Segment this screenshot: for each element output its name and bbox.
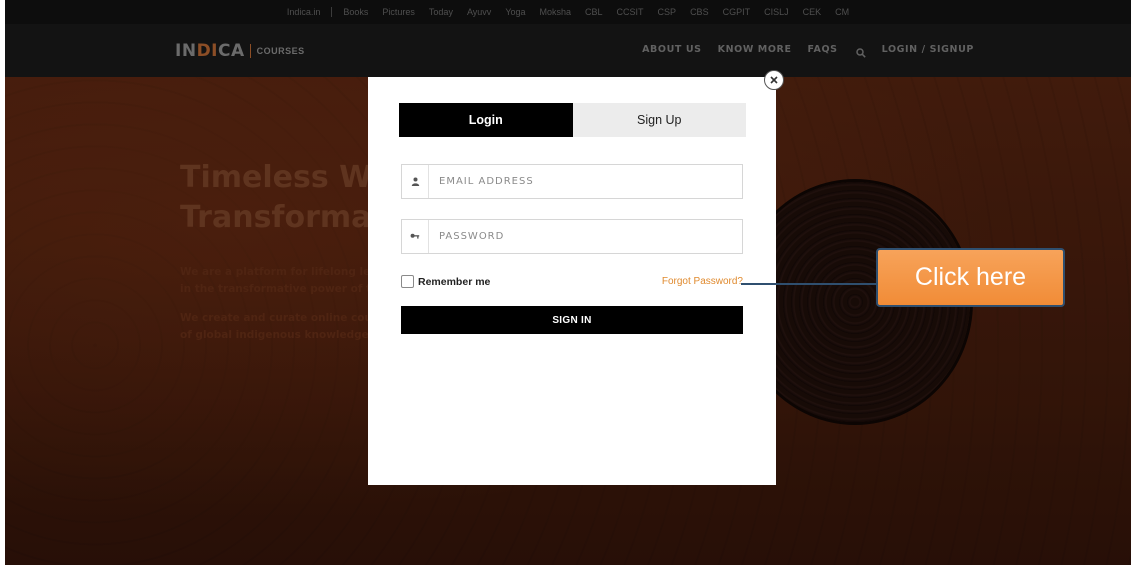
user-icon (402, 165, 429, 198)
sign-in-button[interactable]: SIGN IN (401, 306, 743, 334)
password-field (401, 219, 743, 254)
remember-label[interactable]: Remember me (418, 276, 490, 288)
callout-text: Click here (914, 263, 1027, 291)
password-input[interactable] (429, 220, 742, 253)
remember-checkbox[interactable] (401, 275, 414, 288)
key-icon (402, 220, 429, 253)
callout-pointer (741, 283, 881, 285)
forgot-password-link[interactable]: Forgot Password? (662, 276, 743, 287)
click-here-callout: Click here (876, 248, 1065, 307)
remember-me: Remember me (401, 275, 490, 288)
close-icon[interactable] (764, 70, 784, 90)
tab-login[interactable]: Login (399, 103, 573, 137)
email-field (401, 164, 743, 199)
login-modal: Login Sign Up Remember me Forgot Passwor… (368, 77, 776, 485)
tab-signup[interactable]: Sign Up (572, 103, 746, 137)
email-input[interactable] (429, 165, 742, 198)
auth-tabs: Login Sign Up (399, 103, 746, 137)
